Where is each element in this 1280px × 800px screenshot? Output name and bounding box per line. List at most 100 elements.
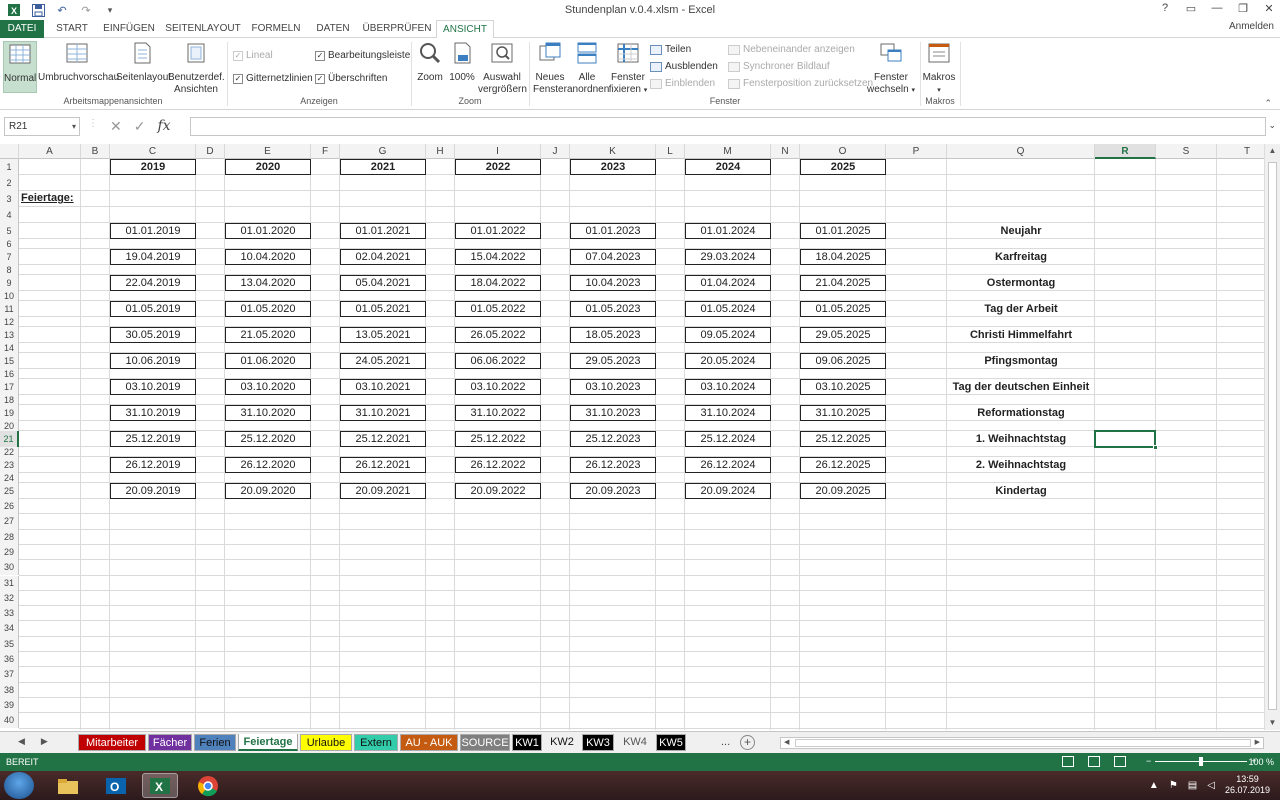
worksheet-grid[interactable]: A B C D E F G H I J K L M N O P Q R S T 1 2 3 4 5 6 7 8 9 10 11 12 13 14 1… [0, 144, 1280, 730]
holiday-date-cell[interactable]: 26.12.2023 [570, 457, 656, 473]
holiday-date-cell[interactable]: 02.04.2021 [340, 249, 426, 265]
holiday-date-cell[interactable]: 26.12.2021 [340, 457, 426, 473]
row-header[interactable]: 34 [0, 621, 19, 637]
holiday-date-cell[interactable]: 20.09.2020 [225, 483, 311, 499]
sheet-tab[interactable]: AU - AUK [400, 734, 458, 751]
switch-windows-button[interactable]: Fenster wechseln ▾ [866, 41, 916, 95]
side-by-side-button[interactable]: Nebeneinander anzeigen [728, 44, 855, 55]
column-header[interactable]: R [1095, 144, 1156, 159]
flag-icon[interactable]: ⚑ [1169, 780, 1178, 791]
row-header[interactable]: 9 [0, 275, 19, 291]
sheet-tab[interactable]: KW4 [616, 734, 654, 751]
select-all-corner[interactable] [0, 144, 19, 159]
holiday-name-cell[interactable]: Christi Himmelfahrt [947, 327, 1095, 343]
row-header[interactable]: 17 [0, 379, 19, 395]
holiday-date-cell[interactable]: 31.10.2021 [340, 405, 426, 421]
holiday-date-cell[interactable]: 21.04.2025 [800, 275, 886, 291]
holiday-date-cell[interactable]: 26.12.2022 [455, 457, 541, 473]
tab-start[interactable]: START [48, 20, 96, 38]
column-header[interactable]: H [426, 144, 455, 159]
holiday-date-cell[interactable]: 01.01.2022 [455, 223, 541, 239]
sheet-tab[interactable]: Extern [354, 734, 398, 751]
freeze-panes-button[interactable]: Fenster fixieren ▾ [608, 41, 648, 95]
holiday-date-cell[interactable]: 03.10.2025 [800, 379, 886, 395]
zoom-percentage[interactable]: 100 % [1248, 757, 1274, 767]
holiday-date-cell[interactable]: 03.10.2022 [455, 379, 541, 395]
row-header[interactable]: 11 [0, 301, 19, 317]
arrange-all-button[interactable]: Alle anordnen [567, 41, 609, 95]
vertical-scrollbar[interactable]: ▲ ▼ [1264, 144, 1280, 730]
holiday-date-cell[interactable]: 18.04.2022 [455, 275, 541, 291]
column-header[interactable]: G [340, 144, 426, 159]
holiday-date-cell[interactable]: 29.05.2025 [800, 327, 886, 343]
holiday-date-cell[interactable]: 20.09.2024 [685, 483, 771, 499]
holiday-name-cell[interactable]: 2. Weihnachtstag [947, 457, 1095, 473]
explorer-icon[interactable] [50, 773, 86, 798]
holiday-date-cell[interactable]: 31.10.2022 [455, 405, 541, 421]
holiday-date-cell[interactable]: 03.10.2021 [340, 379, 426, 395]
holiday-date-cell[interactable]: 03.10.2024 [685, 379, 771, 395]
normal-view-icon[interactable] [1062, 756, 1074, 767]
year-header-cell[interactable]: 2022 [455, 159, 541, 175]
holiday-date-cell[interactable]: 31.10.2020 [225, 405, 311, 421]
holiday-date-cell[interactable]: 01.01.2019 [110, 223, 196, 239]
row-header[interactable]: 20 [0, 421, 19, 431]
column-header[interactable]: C [110, 144, 196, 159]
horizontal-scroll-thumb[interactable] [795, 739, 1251, 747]
active-cell-selection[interactable] [1094, 430, 1158, 450]
row-header[interactable]: 18 [0, 395, 19, 405]
holiday-date-cell[interactable]: 13.05.2021 [340, 327, 426, 343]
formula-input[interactable] [190, 117, 1266, 136]
column-header[interactable]: M [685, 144, 771, 159]
holiday-date-cell[interactable]: 15.04.2022 [455, 249, 541, 265]
holiday-name-cell[interactable]: Ostermontag [947, 275, 1095, 291]
holiday-date-cell[interactable]: 13.04.2020 [225, 275, 311, 291]
zoom-track[interactable] [1155, 756, 1248, 766]
holiday-name-cell[interactable]: Pfingsmontag [947, 353, 1095, 369]
holiday-date-cell[interactable]: 03.10.2023 [570, 379, 656, 395]
holiday-date-cell[interactable]: 01.01.2025 [800, 223, 886, 239]
column-header[interactable]: P [886, 144, 947, 159]
network-icon[interactable]: ▤ [1188, 780, 1197, 791]
row-header[interactable]: 38 [0, 682, 19, 698]
tab-einfuegen[interactable]: EINFÜGEN [100, 20, 158, 38]
row-header[interactable]: 21 [0, 431, 19, 447]
holiday-date-cell[interactable]: 26.12.2019 [110, 457, 196, 473]
sheet-tab[interactable]: KW3 [582, 734, 614, 751]
holiday-date-cell[interactable]: 19.04.2019 [110, 249, 196, 265]
row-header[interactable]: 22 [0, 447, 19, 457]
row-header[interactable]: 26 [0, 499, 19, 515]
holiday-date-cell[interactable]: 01.01.2024 [685, 223, 771, 239]
year-header-cell[interactable]: 2025 [800, 159, 886, 175]
help-icon[interactable]: ? [1158, 2, 1172, 15]
row-header[interactable]: 35 [0, 636, 19, 652]
row-header[interactable]: 10 [0, 291, 19, 301]
row-header[interactable]: 14 [0, 343, 19, 353]
page-layout-view-icon[interactable] [1088, 756, 1100, 767]
outlook-icon[interactable]: O [98, 773, 134, 798]
scroll-left-icon[interactable]: ◀ [784, 738, 789, 746]
ribbon-display-icon[interactable]: ▭ [1184, 2, 1198, 15]
holiday-date-cell[interactable]: 22.04.2019 [110, 275, 196, 291]
row-header[interactable]: 27 [0, 514, 19, 530]
sync-scroll-button[interactable]: Synchroner Bildlauf [728, 61, 830, 72]
holiday-date-cell[interactable]: 03.10.2020 [225, 379, 311, 395]
hide-window-button[interactable]: Ausblenden [650, 61, 718, 72]
prev-sheet-icon[interactable]: ◀ [18, 736, 25, 747]
sheet-tab[interactable]: Ferien [194, 734, 236, 751]
holiday-date-cell[interactable]: 31.10.2024 [685, 405, 771, 421]
formula-bar-checkbox[interactable]: ✓ Bearbeitungsleiste [315, 50, 410, 61]
confirm-icon[interactable]: ✓ [134, 118, 146, 135]
scroll-right-icon[interactable]: ▶ [1255, 738, 1260, 746]
tab-ansicht[interactable]: ANSICHT [436, 20, 494, 39]
holiday-date-cell[interactable]: 25.12.2019 [110, 431, 196, 447]
tab-daten[interactable]: DATEN [308, 20, 358, 38]
year-header-cell[interactable]: 2024 [685, 159, 771, 175]
custom-views-button[interactable]: Benutzerdef. Ansichten [168, 41, 225, 95]
holiday-date-cell[interactable]: 25.12.2020 [225, 431, 311, 447]
holiday-date-cell[interactable]: 20.09.2021 [340, 483, 426, 499]
column-header[interactable]: S [1156, 144, 1217, 159]
excel-icon[interactable]: X [142, 773, 178, 798]
holiday-date-cell[interactable]: 25.12.2022 [455, 431, 541, 447]
holiday-date-cell[interactable]: 01.05.2024 [685, 301, 771, 317]
